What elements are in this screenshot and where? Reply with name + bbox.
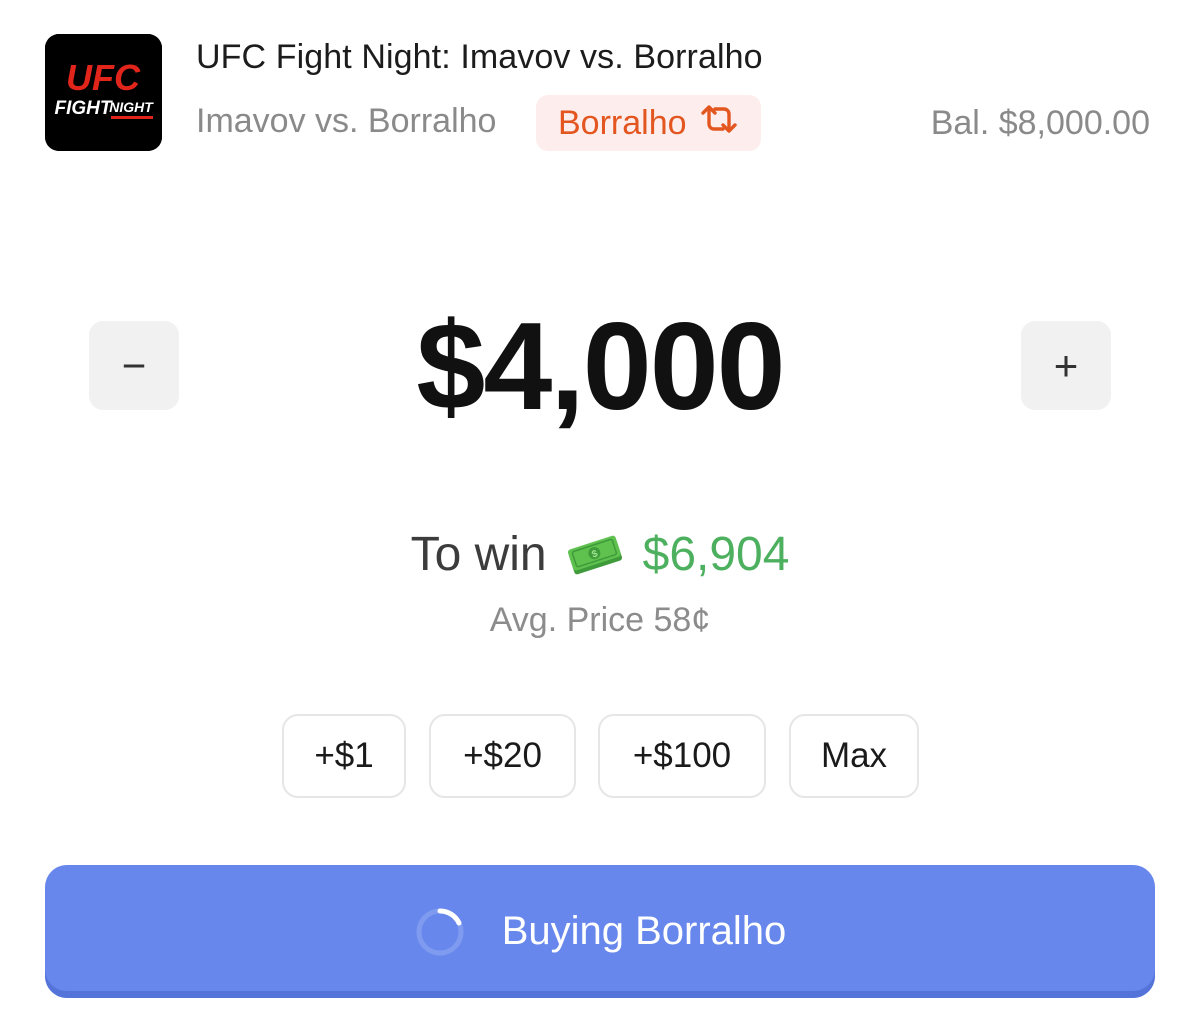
bet-slip: UFC FIGHT NIGHT UFC Fight Night: Imavov … xyxy=(0,0,1200,1020)
matchup-label: Imavov vs. Borralho xyxy=(196,102,497,140)
max-button[interactable]: Max xyxy=(789,714,919,798)
wager-amount: $4,000 xyxy=(416,298,785,436)
quick-add-20-button[interactable]: +$20 xyxy=(429,714,576,798)
quick-add-1-button[interactable]: +$1 xyxy=(282,714,406,798)
balance-label: Bal. $8,000.00 xyxy=(930,104,1150,142)
event-title: UFC Fight Night: Imavov vs. Borralho xyxy=(196,38,763,76)
logo-fight-text: FIGHT xyxy=(55,98,113,119)
payout-row: To win $ $6,904 xyxy=(0,527,1200,582)
spinner-icon xyxy=(414,906,466,958)
selected-outcome-chip[interactable]: Borralho xyxy=(536,95,761,151)
increment-button[interactable]: + xyxy=(1021,321,1111,410)
to-win-label: To win xyxy=(410,528,547,581)
money-icon: $ xyxy=(565,533,625,577)
quick-add-100-button[interactable]: +$100 xyxy=(598,714,766,798)
logo-ufc-text: UFC xyxy=(66,57,141,98)
payout-amount: $6,904 xyxy=(642,528,790,581)
avg-price-label: Avg. Price 58¢ xyxy=(489,601,711,639)
ufc-fight-night-logo: UFC FIGHT NIGHT xyxy=(45,34,162,151)
buy-button-label: Buying Borralho xyxy=(501,909,787,953)
buy-button[interactable]: Buying Borralho xyxy=(45,865,1155,998)
logo-night-text: NIGHT xyxy=(109,99,154,115)
swap-icon xyxy=(699,104,739,143)
selected-outcome-label: Borralho xyxy=(558,103,687,142)
